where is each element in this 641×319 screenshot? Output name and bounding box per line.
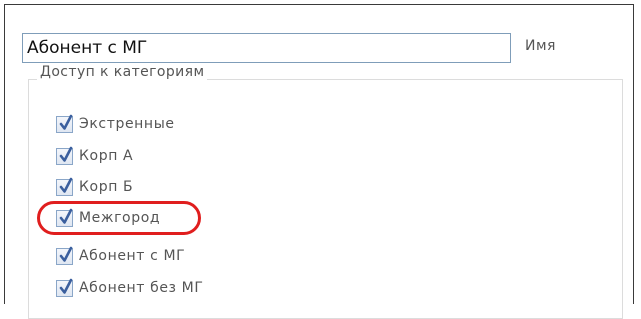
checkbox-checked-icon[interactable] <box>56 114 73 133</box>
category-label: Межгород <box>79 210 161 226</box>
category-label: Корп А <box>79 148 134 164</box>
category-item-corp-a[interactable]: Корп А <box>56 145 133 167</box>
category-item-subscriber-without-ld[interactable]: Абонент без МГ <box>56 277 203 299</box>
name-input[interactable] <box>22 33 511 63</box>
category-item-long-distance[interactable]: Межгород <box>56 207 160 229</box>
name-field-label: Имя <box>525 38 556 54</box>
category-item-corp-b[interactable]: Корп Б <box>56 176 133 198</box>
checkbox-checked-icon[interactable] <box>56 246 73 265</box>
checkbox-checked-icon[interactable] <box>56 208 73 227</box>
category-label: Экстренные <box>79 116 175 132</box>
checkbox-checked-icon[interactable] <box>56 146 73 165</box>
category-label: Абонент без МГ <box>79 280 204 296</box>
checkbox-checked-icon[interactable] <box>56 278 73 297</box>
category-label: Корп Б <box>79 179 134 195</box>
category-item-subscriber-with-ld[interactable]: Абонент с МГ <box>56 245 185 267</box>
checkbox-checked-icon[interactable] <box>56 177 73 196</box>
category-label: Абонент с МГ <box>79 248 186 264</box>
category-access-legend: Доступ к категориям <box>37 64 208 80</box>
category-item-emergency[interactable]: Экстренные <box>56 113 175 135</box>
